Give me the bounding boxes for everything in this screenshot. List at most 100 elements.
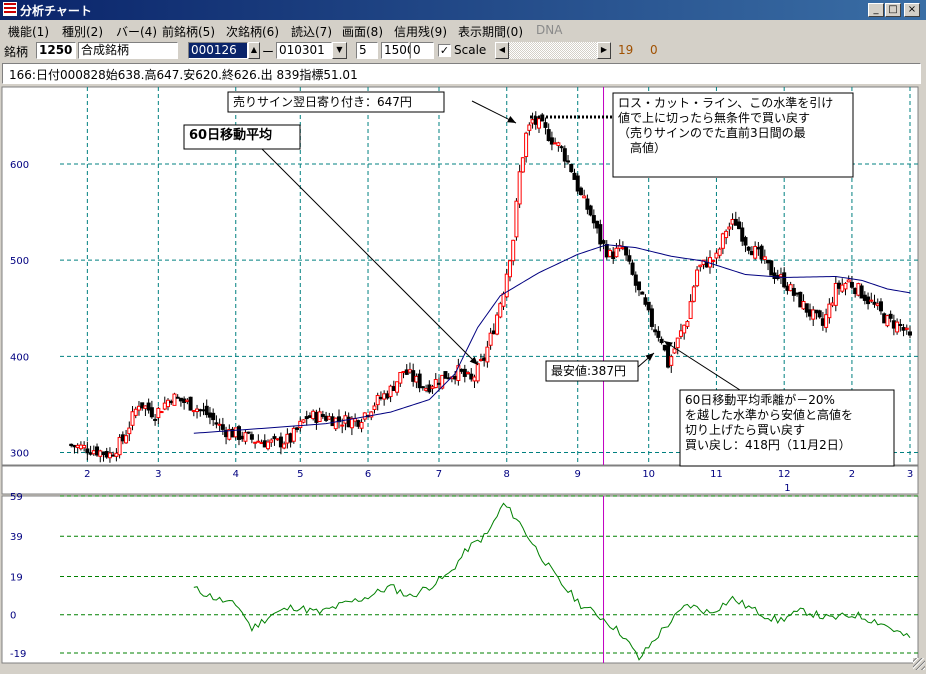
menu-kind[interactable]: 種別(2) bbox=[62, 23, 103, 40]
candle-body bbox=[656, 330, 661, 338]
chart-svg[interactable]: 2 3 4 5 6 7 8 9 10 11 12 2 3 1 300 400 500 600 -19 0 19 39 59 売… bbox=[0, 85, 926, 671]
candle-body bbox=[698, 264, 703, 268]
x-tick-label: 4 bbox=[233, 469, 239, 480]
close-button[interactable]: × bbox=[904, 3, 920, 17]
candle-body bbox=[401, 371, 406, 374]
start-date-spinner[interactable]: ▲ bbox=[248, 42, 260, 59]
candle-body bbox=[136, 405, 141, 411]
candle-body bbox=[140, 402, 145, 409]
candle-body bbox=[843, 282, 848, 290]
period-field[interactable]: 5 bbox=[356, 42, 378, 59]
candle-body bbox=[524, 132, 529, 158]
offset-field[interactable]: 0 bbox=[410, 42, 434, 59]
candle-body bbox=[233, 427, 238, 438]
candle-body bbox=[75, 444, 80, 448]
x-tick-label: 5 bbox=[297, 469, 303, 480]
candle-body bbox=[214, 422, 219, 425]
candle-body bbox=[317, 411, 322, 422]
candle-body bbox=[556, 142, 561, 146]
end-date-input[interactable]: 010301 bbox=[276, 42, 332, 59]
candle-body bbox=[272, 436, 277, 440]
app-icon[interactable] bbox=[3, 2, 17, 16]
candle-body bbox=[627, 255, 632, 262]
candle-body bbox=[801, 301, 806, 310]
lowest-price-annotation-text: 最安値:387円 bbox=[551, 363, 626, 378]
spinner-up-icon[interactable]: ▲ bbox=[251, 45, 257, 54]
candle-body bbox=[553, 142, 558, 145]
candle-body bbox=[172, 393, 177, 406]
window-title: 分析チャート bbox=[20, 4, 92, 18]
volume-field[interactable]: 1500 bbox=[381, 42, 415, 59]
arrow-right-icon: ▶ bbox=[600, 45, 608, 54]
candle-body bbox=[659, 338, 664, 344]
name-input[interactable]: 合成銘柄 bbox=[78, 42, 178, 59]
scale-checkbox[interactable]: ✓ bbox=[438, 44, 451, 57]
code-input[interactable]: 1250 bbox=[36, 42, 76, 59]
candle-body bbox=[482, 357, 487, 361]
candle-body bbox=[420, 386, 425, 389]
candle-body bbox=[791, 287, 796, 296]
candle-body bbox=[349, 417, 354, 429]
candle-body bbox=[872, 301, 877, 305]
menu-bar-type[interactable]: バー(4) bbox=[116, 23, 157, 40]
menu-next-issue[interactable]: 次銘柄(6) bbox=[226, 23, 279, 40]
candle-body bbox=[69, 443, 74, 447]
menu-period[interactable]: 表示期間(0) bbox=[458, 23, 523, 40]
candle-body bbox=[240, 435, 245, 440]
minimize-button[interactable]: _ bbox=[868, 3, 884, 17]
candle-body bbox=[572, 172, 577, 180]
maximize-button[interactable]: □ bbox=[885, 3, 901, 17]
scroll-right-button[interactable]: ▶ bbox=[597, 42, 611, 59]
scroll-left-button[interactable]: ◀ bbox=[495, 42, 509, 59]
candle-body bbox=[246, 431, 251, 434]
x-tick-label: 12 bbox=[778, 469, 791, 480]
candle-body bbox=[630, 262, 635, 275]
menu-prev-issue[interactable]: 前銘柄(5) bbox=[162, 23, 215, 40]
scroll-track[interactable] bbox=[509, 42, 597, 59]
menu-margin[interactable]: 信用残(9) bbox=[394, 23, 447, 40]
candle-body bbox=[759, 245, 764, 260]
candle-body bbox=[491, 330, 496, 335]
candle-body bbox=[101, 451, 106, 455]
candle-body bbox=[201, 409, 206, 412]
candle-body bbox=[778, 274, 783, 278]
candle-body bbox=[769, 260, 774, 276]
candle-body bbox=[472, 376, 477, 382]
candle-body bbox=[675, 337, 680, 349]
candle-body bbox=[727, 226, 732, 230]
candle-body bbox=[646, 301, 651, 311]
candle-body bbox=[133, 408, 138, 416]
candle-body bbox=[685, 321, 690, 327]
candle-body bbox=[546, 129, 551, 142]
toolbar: 銘柄 1250 合成銘柄 000126 ▲ ー 010301 ▼ 5 1500 … bbox=[0, 40, 926, 62]
candle-body bbox=[649, 308, 654, 327]
candle-body bbox=[653, 329, 658, 333]
candle-body bbox=[807, 309, 812, 317]
candle-body bbox=[488, 332, 493, 346]
candle-body bbox=[153, 418, 158, 421]
candle-body bbox=[443, 371, 448, 379]
candle-body bbox=[307, 415, 312, 418]
candle-body bbox=[814, 309, 819, 314]
chart-area[interactable]: 2 3 4 5 6 7 8 9 10 11 12 2 3 1 300 400 500 600 -19 0 19 39 59 売… bbox=[0, 85, 926, 674]
candle-body bbox=[166, 399, 171, 408]
candle-body bbox=[804, 303, 809, 313]
candle-body bbox=[498, 303, 503, 318]
end-date-dropdown-button[interactable]: ▼ bbox=[332, 42, 347, 59]
y-tick-label: 400 bbox=[10, 352, 29, 363]
candle-body bbox=[669, 356, 674, 366]
candle-body bbox=[866, 296, 871, 305]
candle-body bbox=[298, 420, 303, 429]
candle-body bbox=[143, 405, 148, 409]
menu-function[interactable]: 機能(1) bbox=[8, 23, 49, 40]
candle-body bbox=[295, 427, 300, 430]
candle-body bbox=[724, 230, 729, 239]
start-date-input[interactable]: 000126 bbox=[188, 42, 248, 59]
candle-body bbox=[453, 375, 458, 380]
loss-cut-annotation-text: ロス・カット・ライン、この水準を引け bbox=[618, 95, 833, 110]
menu-screen[interactable]: 画面(8) bbox=[342, 23, 383, 40]
candle-body bbox=[837, 282, 842, 289]
candle-body bbox=[159, 411, 164, 414]
menu-load[interactable]: 読込(7) bbox=[291, 23, 332, 40]
resize-grip-icon[interactable] bbox=[913, 658, 925, 670]
